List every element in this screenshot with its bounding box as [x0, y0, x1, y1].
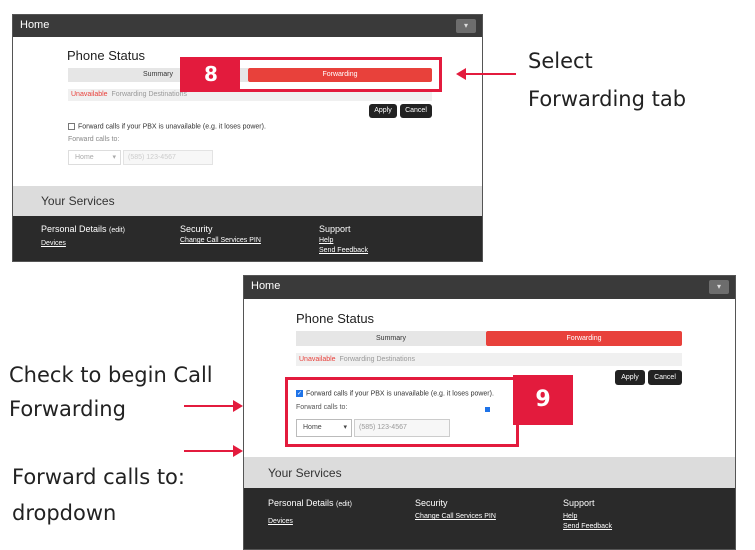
menu-caret-icon[interactable]: ▾	[456, 19, 476, 33]
devices-link[interactable]: Devices	[41, 240, 125, 247]
services-title: Your Services	[41, 194, 115, 208]
phone-input[interactable]: (585) 123-4567	[123, 150, 213, 165]
menu-caret-icon[interactable]: ▾	[709, 280, 729, 294]
top-screenshot: Home ▾ Phone Status Summary Forwarding U…	[12, 14, 483, 262]
support-heading: Support	[563, 498, 595, 508]
help-link[interactable]: Help	[319, 237, 368, 244]
subtab-destinations[interactable]: Forwarding Destinations	[339, 356, 414, 363]
security-heading: Security	[180, 224, 213, 234]
forward-dropdown-value: Home	[75, 154, 94, 161]
personal-edit-link[interactable]: (edit)	[336, 501, 352, 508]
apply-button[interactable]: Apply	[615, 370, 645, 385]
home-link[interactable]: Home	[251, 280, 280, 292]
feedback-link[interactable]: Send Feedback	[319, 247, 368, 254]
footer-col-security: Security Change Call Services PIN	[415, 498, 496, 520]
arrow-select-line	[464, 73, 516, 75]
forward-dropdown[interactable]: Home ▾	[68, 150, 121, 165]
personal-heading: Personal Details	[268, 498, 334, 508]
change-pin-link[interactable]: Change Call Services PIN	[415, 513, 496, 520]
security-heading: Security	[415, 498, 448, 508]
cancel-button[interactable]: Cancel	[400, 104, 432, 118]
callout-check-line1: Check to begin Call	[9, 363, 213, 387]
tab-summary[interactable]: Summary	[296, 331, 486, 346]
cancel-button[interactable]: Cancel	[648, 370, 682, 385]
step-9-badge: 9	[513, 375, 573, 425]
step-8-badge: 8	[182, 59, 240, 90]
forward-to-label: Forward calls to:	[68, 136, 120, 143]
arrow-check-line	[184, 405, 234, 407]
services-header: Your Services	[244, 457, 735, 490]
callout-check-line2: Forwarding	[9, 397, 126, 421]
devices-link[interactable]: Devices	[268, 518, 352, 525]
footer-col-security: Security Change Call Services PIN	[180, 224, 261, 244]
personal-edit-link[interactable]: (edit)	[109, 227, 125, 234]
chevron-down-icon: ▾	[112, 154, 116, 161]
top-bar: Home ▾	[244, 276, 735, 299]
services-header: Your Services	[13, 186, 482, 217]
personal-heading: Personal Details	[41, 224, 107, 234]
page-title: Phone Status	[67, 48, 146, 63]
callout-select: Select Forwarding tab	[528, 46, 686, 115]
subtab-destinations[interactable]: Forwarding Destinations	[111, 91, 186, 98]
highlight-box-step-9	[285, 377, 519, 447]
services-title: Your Services	[268, 466, 342, 480]
footer: Personal Details (edit) Devices Security…	[13, 216, 482, 261]
top-bar: Home ▾	[13, 15, 482, 37]
feedback-link[interactable]: Send Feedback	[563, 523, 612, 530]
callout-forward-line2: dropdown	[12, 501, 117, 525]
arrow-forward-head	[233, 445, 243, 457]
subtab-unavailable[interactable]: Unavailable	[299, 356, 336, 363]
arrow-forward-line	[184, 450, 234, 452]
footer-col-support: Support Help Send Feedback	[319, 224, 368, 254]
footer-col-personal: Personal Details (edit) Devices	[41, 224, 125, 247]
help-link[interactable]: Help	[563, 513, 612, 520]
callout-forward: Forward calls to: dropdown	[12, 462, 185, 529]
footer: Personal Details (edit) Devices Security…	[244, 488, 735, 549]
callout-check: Check to begin Call Forwarding	[9, 360, 213, 425]
callout-select-line2: Forwarding tab	[528, 87, 687, 111]
callout-select-line1: Select	[528, 49, 593, 73]
change-pin-link[interactable]: Change Call Services PIN	[180, 237, 261, 244]
forward-checkbox-label: Forward calls if your PBX is unavailable…	[78, 123, 266, 131]
footer-col-personal: Personal Details (edit) Devices	[268, 498, 352, 525]
arrow-check-head	[233, 400, 243, 412]
forward-checkbox-row[interactable]: Forward calls if your PBX is unavailable…	[68, 123, 266, 130]
support-heading: Support	[319, 224, 351, 234]
callout-forward-line1: Forward calls to:	[12, 465, 185, 489]
footer-col-support: Support Help Send Feedback	[563, 498, 612, 530]
apply-button[interactable]: Apply	[369, 104, 397, 118]
forward-checkbox[interactable]	[68, 123, 75, 130]
subtab-unavailable[interactable]: Unavailable	[71, 91, 108, 98]
home-link[interactable]: Home	[20, 19, 49, 31]
tab-forwarding[interactable]: Forwarding	[486, 331, 682, 346]
page-title: Phone Status	[296, 311, 375, 326]
subtab-bar: Unavailable Forwarding Destinations	[296, 353, 682, 366]
